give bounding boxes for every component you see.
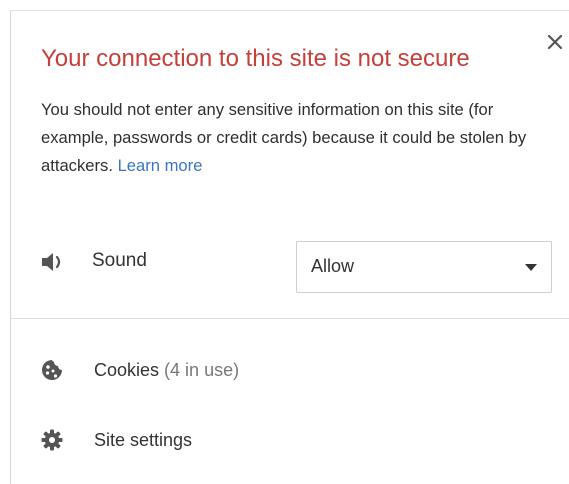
section-divider: [11, 318, 569, 319]
connection-warning-title: Your connection to this site is not secu…: [41, 45, 470, 72]
dropdown-arrow-icon: [525, 264, 537, 271]
site-settings-label: Site settings: [94, 430, 193, 450]
sound-permission-value: Allow: [311, 256, 355, 276]
sound-permission-row: Sound Allow: [41, 241, 557, 293]
cookies-count: (4 in use): [164, 360, 240, 380]
sound-label: Sound: [92, 250, 147, 271]
speaker-icon: [42, 253, 61, 271]
warning-text: You should not enter any sensitive infor…: [41, 100, 527, 175]
close-button[interactable]: [542, 29, 568, 55]
connection-warning-message: You should not enter any sensitive infor…: [41, 96, 557, 180]
gear-icon: [41, 429, 63, 451]
cookies-label-group: Cookies (4 in use): [94, 360, 239, 381]
cookies-label: Cookies: [94, 360, 160, 380]
cookie-icon: [42, 360, 62, 380]
close-icon: [547, 34, 563, 50]
site-settings-menu-item[interactable]: Site settings: [31, 419, 551, 463]
sound-permission-select[interactable]: Allow: [296, 241, 552, 293]
learn-more-link[interactable]: Learn more: [118, 156, 203, 175]
cookies-menu-item[interactable]: Cookies (4 in use): [31, 349, 551, 393]
site-info-popup: Your connection to this site is not secu…: [10, 10, 569, 484]
